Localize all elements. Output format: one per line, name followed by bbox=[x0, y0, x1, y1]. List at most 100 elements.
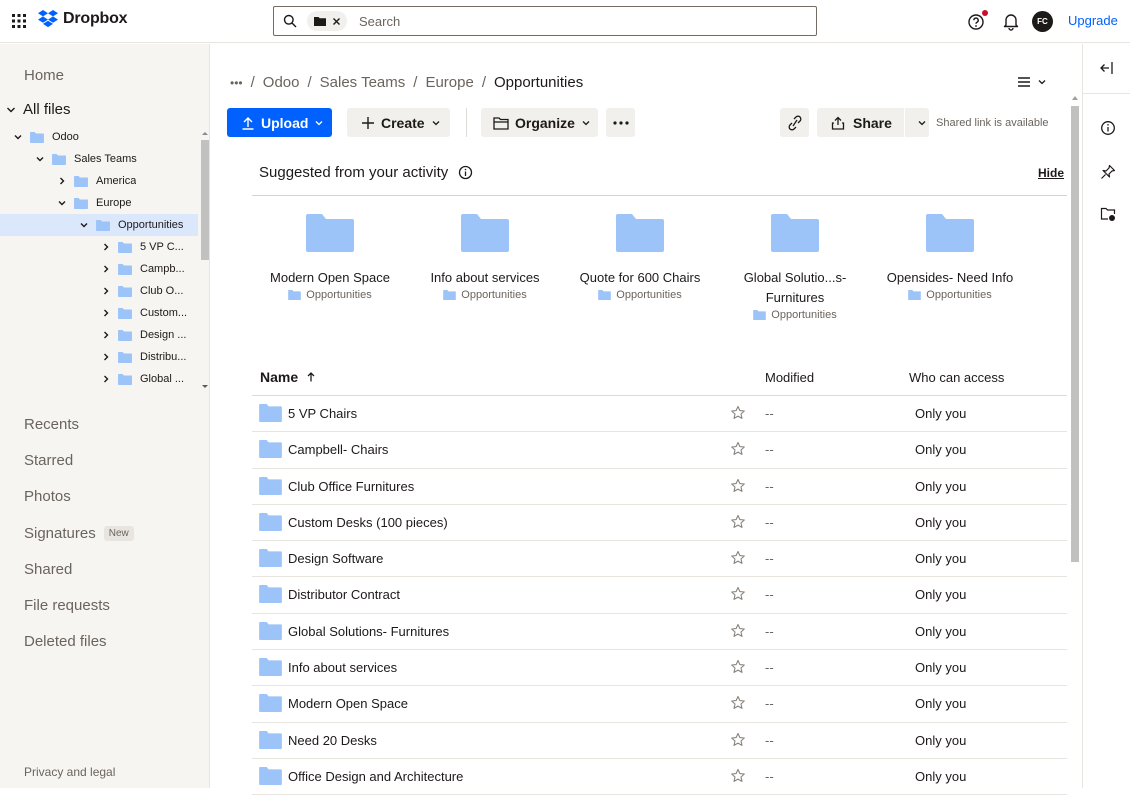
search-scope-chip[interactable] bbox=[307, 11, 347, 31]
table-row[interactable]: Custom Desks (100 pieces) -- Only you bbox=[252, 505, 1067, 542]
scroll-up-arrow-icon[interactable] bbox=[1072, 96, 1078, 100]
bell-icon[interactable] bbox=[1001, 11, 1021, 31]
upload-button[interactable]: Upload bbox=[227, 108, 332, 137]
tree-toggle[interactable] bbox=[100, 373, 112, 385]
row-name[interactable]: Club Office Furnitures bbox=[288, 479, 414, 494]
table-row[interactable]: Campbell- Chairs -- Only you bbox=[252, 432, 1067, 469]
row-name[interactable]: Campbell- Chairs bbox=[288, 442, 388, 457]
scroll-down-arrow-icon[interactable] bbox=[200, 384, 210, 390]
avatar[interactable]: FC bbox=[1032, 11, 1053, 32]
chevron-right-icon[interactable] bbox=[57, 176, 67, 186]
tree-item[interactable]: Sales Teams bbox=[0, 148, 198, 170]
row-name[interactable]: Info about services bbox=[288, 660, 397, 675]
tree-item[interactable]: Europe bbox=[0, 192, 198, 214]
tree-item[interactable]: Club O... bbox=[0, 280, 198, 302]
tree-toggle[interactable] bbox=[78, 219, 90, 231]
table-row[interactable]: Need 20 Desks -- Only you bbox=[252, 723, 1067, 759]
chevron-down-icon[interactable] bbox=[917, 118, 927, 128]
table-row[interactable]: Distributor Contract -- Only you bbox=[252, 577, 1067, 614]
star-icon[interactable] bbox=[730, 441, 746, 457]
collapse-panel-icon[interactable] bbox=[1099, 60, 1115, 76]
sidebar-item-photos[interactable]: Photos bbox=[24, 479, 134, 515]
row-name[interactable]: Office Design and Architecture bbox=[288, 769, 463, 784]
tree-item[interactable]: Opportunities bbox=[0, 214, 198, 236]
star-icon[interactable] bbox=[730, 659, 746, 675]
row-name[interactable]: Distributor Contract bbox=[288, 587, 400, 602]
tree-toggle[interactable] bbox=[34, 153, 46, 165]
chevron-right-icon[interactable] bbox=[101, 308, 111, 318]
sidebar-item-signatures[interactable]: Signatures New bbox=[24, 515, 134, 551]
search-bar[interactable] bbox=[273, 6, 817, 36]
scrollbar-thumb[interactable] bbox=[201, 140, 209, 260]
row-name[interactable]: Modern Open Space bbox=[288, 696, 408, 711]
tree-item[interactable]: 5 VP C... bbox=[0, 236, 198, 258]
chevron-right-icon[interactable] bbox=[101, 374, 111, 384]
tree-item[interactable]: Design ... bbox=[0, 324, 198, 346]
star-icon[interactable] bbox=[730, 405, 746, 421]
suggested-card[interactable]: Info about services Opportunities bbox=[410, 214, 560, 301]
chevron-right-icon[interactable] bbox=[101, 242, 111, 252]
scroll-up-arrow-icon[interactable] bbox=[200, 130, 210, 136]
tree-toggle[interactable] bbox=[100, 307, 112, 319]
table-row[interactable]: Global Solutions- Furnitures -- Only you bbox=[252, 614, 1067, 651]
tree-toggle[interactable] bbox=[100, 241, 112, 253]
tree-item[interactable]: Odoo bbox=[0, 126, 198, 148]
table-row[interactable]: Design Software -- Only you bbox=[252, 541, 1067, 578]
suggested-card[interactable]: Opensides- Need Info Opportunities bbox=[875, 214, 1025, 301]
sidebar-item-file-requests[interactable]: File requests bbox=[24, 587, 134, 623]
tree-toggle[interactable] bbox=[56, 175, 68, 187]
tree-toggle[interactable] bbox=[56, 197, 68, 209]
chevron-right-icon[interactable] bbox=[101, 330, 111, 340]
search-input[interactable] bbox=[359, 13, 759, 29]
info-icon[interactable] bbox=[458, 165, 473, 180]
star-icon[interactable] bbox=[730, 732, 746, 748]
tree-item[interactable]: America bbox=[0, 170, 198, 192]
column-name-header[interactable]: Name bbox=[260, 369, 316, 385]
chevron-right-icon[interactable] bbox=[101, 264, 111, 274]
row-name[interactable]: Custom Desks (100 pieces) bbox=[288, 515, 448, 530]
copy-link-button[interactable] bbox=[780, 108, 809, 137]
sidebar-item-recents[interactable]: Recents bbox=[24, 406, 134, 442]
table-row[interactable]: Info about services -- Only you bbox=[252, 650, 1067, 687]
row-name[interactable]: Global Solutions- Furnitures bbox=[288, 624, 449, 639]
star-icon[interactable] bbox=[730, 586, 746, 602]
table-row[interactable]: 5 VP Chairs -- Only you bbox=[252, 396, 1067, 433]
column-access-header[interactable]: Who can access bbox=[909, 370, 1004, 385]
organize-button[interactable]: Organize bbox=[481, 108, 598, 137]
chevron-down-icon[interactable] bbox=[57, 198, 67, 208]
table-row[interactable]: Modern Open Space -- Only you bbox=[252, 686, 1067, 723]
create-button[interactable]: Create bbox=[347, 108, 450, 137]
tree-item[interactable]: Custom... bbox=[0, 302, 198, 324]
chevron-down-icon[interactable] bbox=[35, 154, 45, 164]
upgrade-link[interactable]: Upgrade bbox=[1068, 13, 1118, 28]
table-row[interactable]: Office Design and Architecture -- Only y… bbox=[252, 759, 1067, 795]
row-name[interactable]: Need 20 Desks bbox=[288, 733, 377, 748]
nav-all-files[interactable]: All files bbox=[5, 101, 71, 118]
star-icon[interactable] bbox=[730, 514, 746, 530]
folder-activity-icon[interactable] bbox=[1100, 206, 1116, 222]
tree-toggle[interactable] bbox=[100, 285, 112, 297]
pin-icon[interactable] bbox=[1100, 164, 1116, 180]
row-name[interactable]: Design Software bbox=[288, 551, 383, 566]
row-name[interactable]: 5 VP Chairs bbox=[288, 406, 357, 421]
close-icon[interactable] bbox=[332, 17, 341, 26]
breadcrumb-item-odoo[interactable]: Odoo bbox=[263, 74, 300, 91]
hide-suggested-button[interactable]: Hide bbox=[1038, 166, 1064, 180]
breadcrumb-item-sales-teams[interactable]: Sales Teams bbox=[320, 74, 406, 91]
main-scrollbar[interactable] bbox=[1069, 94, 1081, 788]
folder-tree-scrollbar[interactable] bbox=[200, 126, 210, 396]
app-grid-icon[interactable] bbox=[10, 12, 28, 30]
dropbox-logo[interactable]: Dropbox bbox=[38, 10, 128, 28]
suggested-card[interactable]: Global Solutio...s-Furnitures Opportunit… bbox=[720, 214, 870, 321]
chevron-down-icon[interactable] bbox=[13, 132, 23, 142]
help-icon[interactable] bbox=[967, 10, 988, 31]
column-modified-header[interactable]: Modified bbox=[765, 370, 814, 385]
suggested-card[interactable]: Quote for 600 Chairs Opportunities bbox=[565, 214, 715, 301]
scrollbar-thumb[interactable] bbox=[1071, 106, 1079, 562]
sidebar-item-deleted-files[interactable]: Deleted files bbox=[24, 624, 134, 660]
tree-item[interactable]: Global ... bbox=[0, 368, 198, 390]
breadcrumb-more[interactable]: ••• bbox=[230, 76, 243, 90]
privacy-link[interactable]: Privacy and legal bbox=[24, 765, 115, 779]
nav-home[interactable]: Home bbox=[24, 67, 64, 84]
chevron-right-icon[interactable] bbox=[101, 352, 111, 362]
